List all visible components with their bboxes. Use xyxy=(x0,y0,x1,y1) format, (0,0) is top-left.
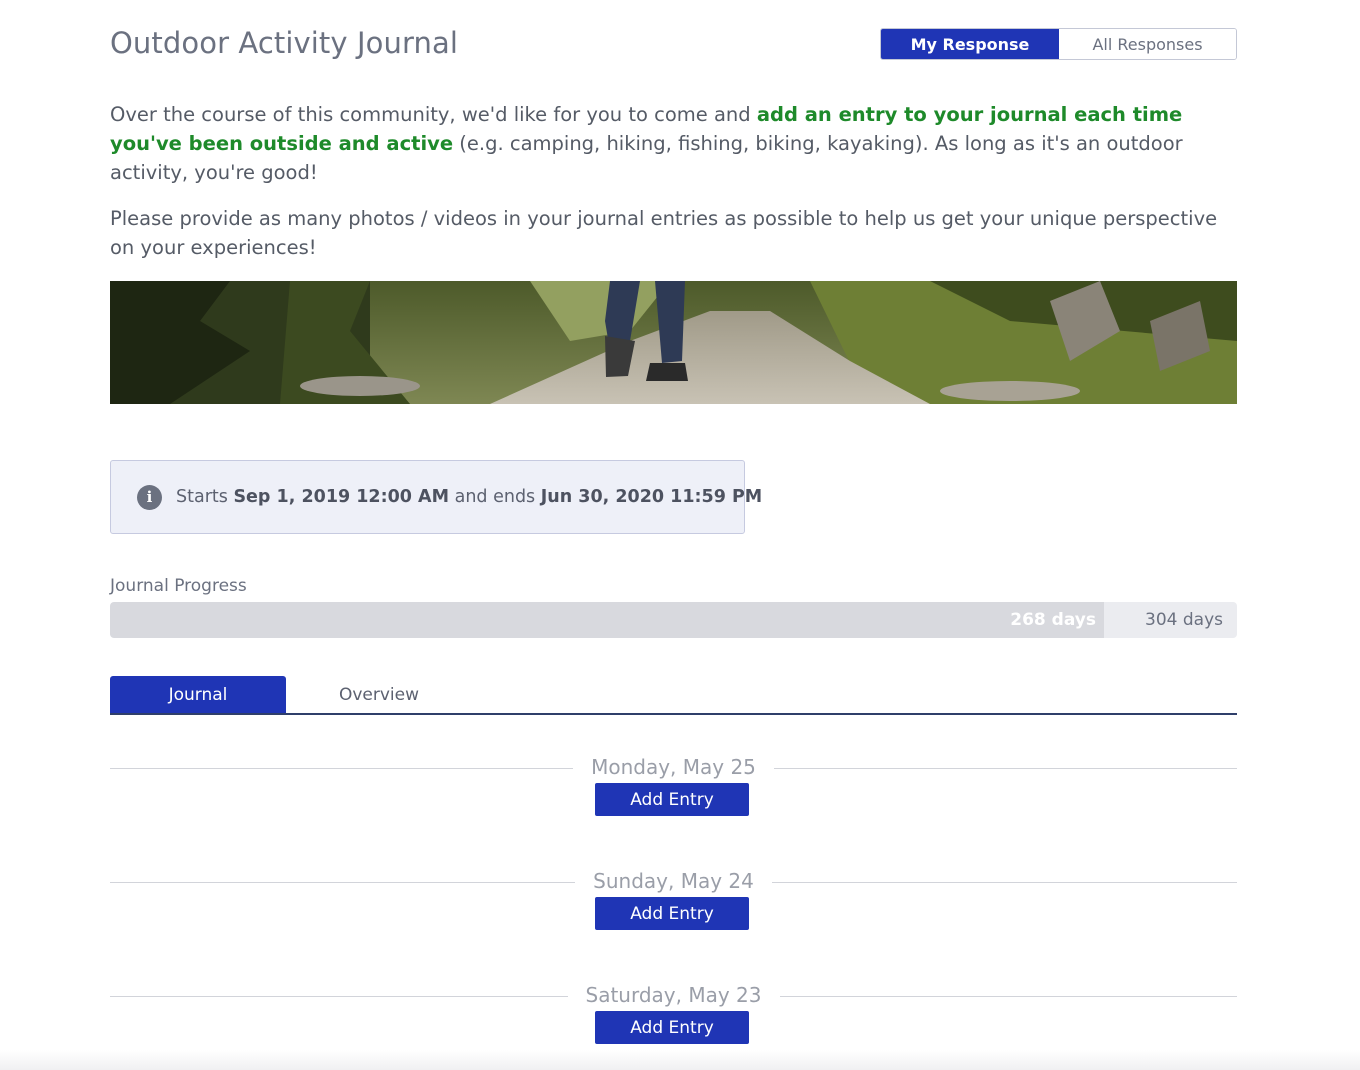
response-toggle: My Response All Responses xyxy=(880,28,1237,60)
intro-text: Over the course of this community, we'd … xyxy=(110,100,1237,279)
info-icon: i xyxy=(137,484,162,510)
end-datetime: Jun 30, 2020 11:59 PM xyxy=(540,487,763,507)
tab-journal[interactable]: Journal xyxy=(110,676,286,713)
bottom-fade xyxy=(0,1050,1360,1070)
day-date-label: Saturday, May 23 xyxy=(110,983,1237,1007)
page-title: Outdoor Activity Journal xyxy=(110,26,458,60)
schedule-info-box: i Starts Sep 1, 2019 12:00 AM and ends J… xyxy=(110,460,762,534)
progress-elapsed-label: 268 days xyxy=(1010,610,1096,630)
schedule-text: Starts Sep 1, 2019 12:00 AM and ends Jun… xyxy=(176,487,762,507)
day-date-label: Sunday, May 24 xyxy=(110,869,1237,893)
day-section: Sunday, May 24 Add Entry xyxy=(110,861,1237,941)
progress-label: Journal Progress xyxy=(110,576,247,596)
my-response-button[interactable]: My Response xyxy=(881,29,1059,59)
progress-total-label: 304 days xyxy=(1145,610,1223,630)
hiking-trail-photo xyxy=(110,281,1237,404)
day-section: Saturday, May 23 Add Entry xyxy=(110,975,1237,1055)
day-section: Monday, May 25 Add Entry xyxy=(110,747,1237,827)
banner-illustration xyxy=(110,281,1237,404)
day-date-text: Sunday, May 24 xyxy=(575,869,772,893)
start-datetime: Sep 1, 2019 12:00 AM xyxy=(233,487,450,507)
view-tabs: Journal Overview xyxy=(110,676,1237,715)
journal-progress-bar: 268 days 304 days xyxy=(110,602,1237,638)
intro-paragraph-1: Over the course of this community, we'd … xyxy=(110,100,1237,187)
add-entry-button[interactable]: Add Entry xyxy=(595,1011,749,1044)
tab-overview[interactable]: Overview xyxy=(286,676,472,713)
day-date-text: Saturday, May 23 xyxy=(567,983,780,1007)
day-date-text: Monday, May 25 xyxy=(573,755,774,779)
add-entry-button[interactable]: Add Entry xyxy=(595,783,749,816)
progress-fill: 268 days xyxy=(110,602,1104,638)
intro-text-span: Over the course of this community, we'd … xyxy=(110,103,757,126)
starts-label: Starts xyxy=(176,487,228,507)
page-header: Outdoor Activity Journal My Response All… xyxy=(110,26,1237,66)
day-date-label: Monday, May 25 xyxy=(110,755,1237,779)
ends-label: and ends xyxy=(454,487,536,507)
add-entry-button[interactable]: Add Entry xyxy=(595,897,749,930)
all-responses-button[interactable]: All Responses xyxy=(1059,29,1236,59)
intro-paragraph-2: Please provide as many photos / videos i… xyxy=(110,207,1218,259)
